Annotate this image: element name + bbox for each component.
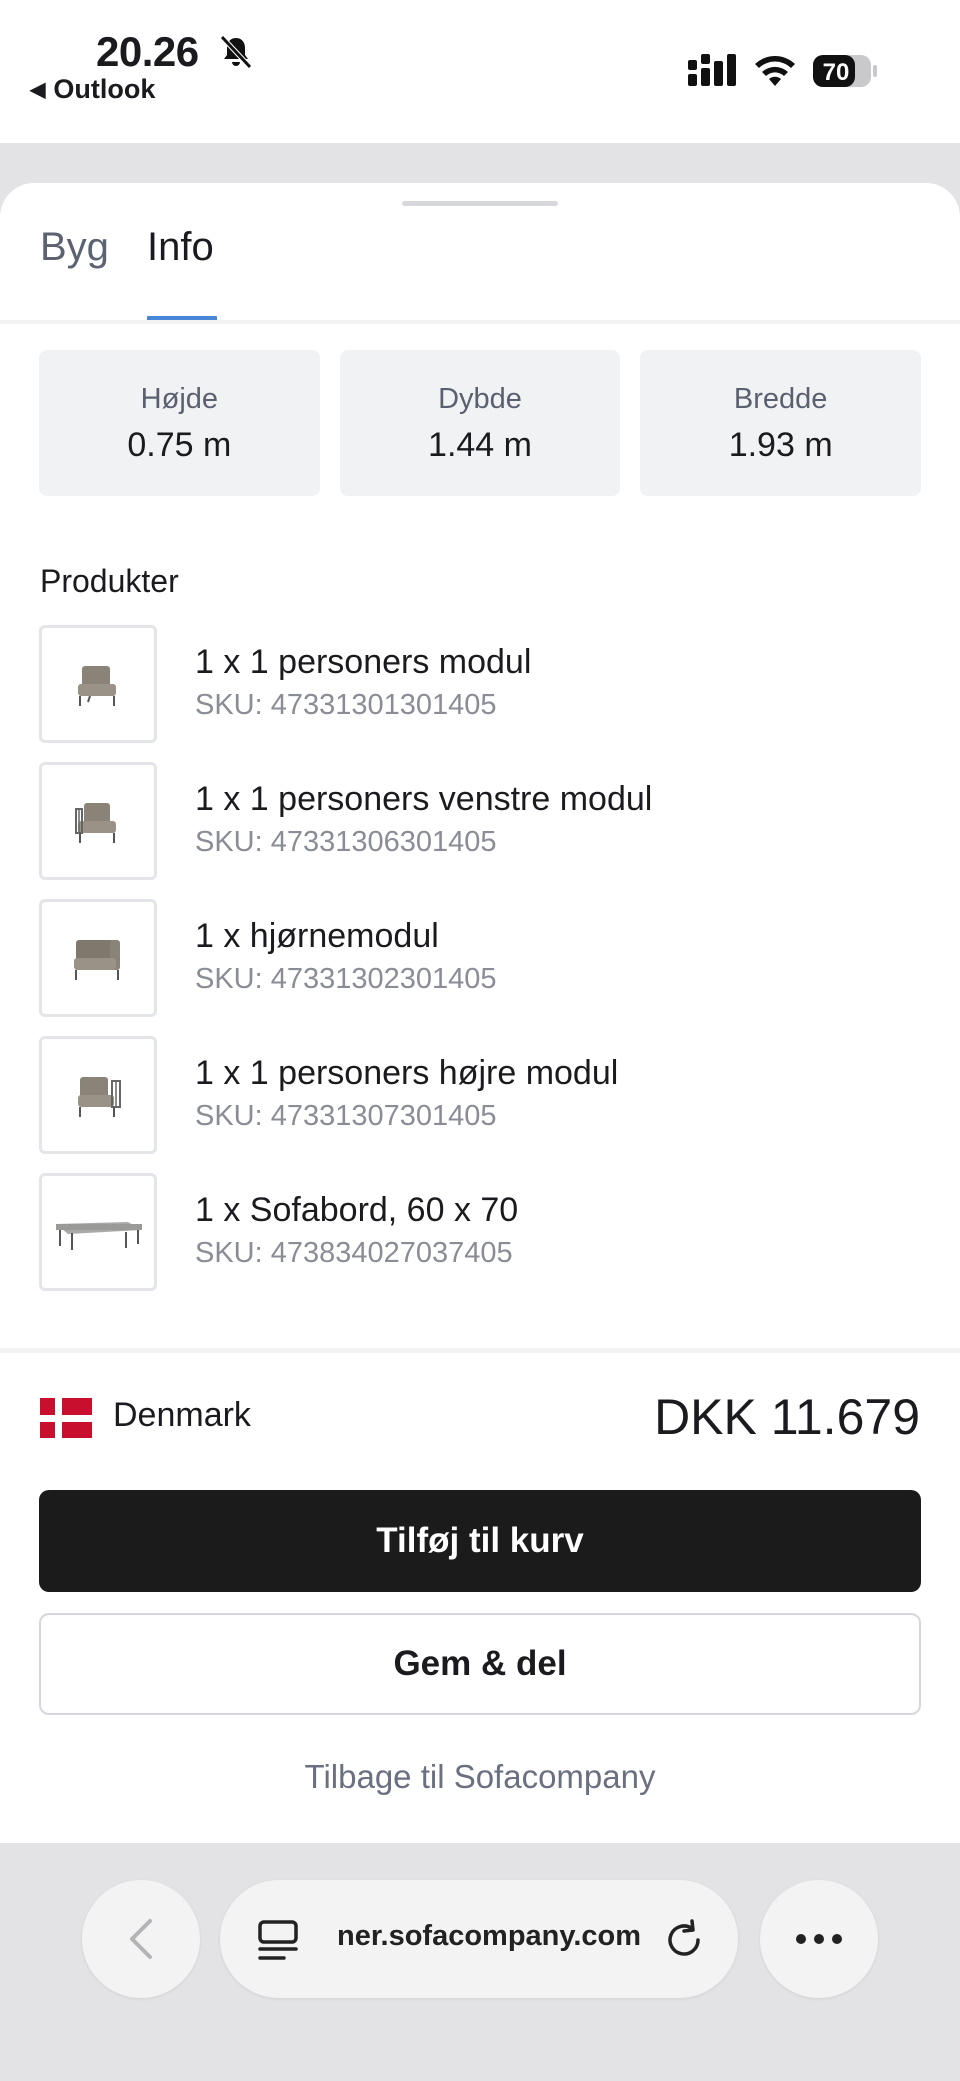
product-sku: SKU: 47331307301405 (195, 1100, 497, 1132)
dimension-value: 1.44 m (428, 426, 532, 464)
product-item: 1 x Sofabord, 60 x 70 SKU: 4738340270374… (39, 1173, 919, 1291)
wifi-icon (755, 56, 795, 86)
dimension-label: Højde (140, 383, 219, 415)
left-module-icon (75, 803, 116, 843)
product-name: 1 x 1 personers venstre modul (195, 780, 653, 818)
total-price: DKK 11.679 (654, 1389, 920, 1445)
dimension-label: Bredde (733, 383, 828, 415)
back-app-label: Outlook (53, 74, 156, 104)
save-share-button[interactable]: Gem & del (39, 1613, 921, 1715)
battery-icon: 70 (812, 54, 878, 88)
add-to-cart-button[interactable]: Tilføj til kurv (39, 1490, 921, 1592)
product-sku: SKU: 47331302301405 (195, 963, 497, 995)
coffee-table-icon (56, 1222, 142, 1250)
product-thumbnail (39, 762, 157, 880)
battery-level: 70 (823, 59, 850, 86)
product-item: 1 x hjørnemodul SKU: 47331302301405 (39, 899, 919, 1017)
tab-byg[interactable]: Byg (40, 225, 109, 270)
address-bar[interactable]: ner.sofacompany.com (220, 1880, 738, 1998)
product-thumbnail (39, 625, 157, 743)
corner-module-icon (74, 940, 120, 980)
product-thumbnail (39, 1173, 157, 1291)
dimension-width: Bredde 1.93 m (640, 350, 922, 496)
product-item: 1 x 1 personers venstre modul SKU: 47331… (39, 762, 919, 880)
url-text: ner.sofacompany.com (337, 1920, 642, 1952)
tab-bar: Byg Info (0, 223, 960, 305)
bell-muted-icon (220, 35, 252, 69)
cellular-signal-icon (688, 54, 736, 86)
dimension-value: 0.75 m (127, 426, 232, 464)
product-item: 1 x 1 personers modul SKU: 4733130130140… (39, 625, 919, 743)
ellipsis-icon (796, 1934, 842, 1944)
dimension-depth: Dybde 1.44 m (339, 350, 621, 496)
status-bar: 20.26 ◀ Outlook 70 (0, 0, 960, 143)
product-name: 1 x 1 personers højre modul (195, 1054, 619, 1092)
dimension-height: Højde 0.75 m (39, 350, 320, 496)
dimensions-row: Højde 0.75 m Dybde 1.44 m Bredde 1.93 m (39, 350, 922, 496)
back-triangle-icon: ◀ (30, 79, 46, 101)
status-time: 20.26 (96, 28, 199, 75)
chair-module-icon (78, 666, 116, 706)
product-item: 1 x 1 personers højre modul SKU: 4733130… (39, 1036, 919, 1154)
product-name: 1 x Sofabord, 60 x 70 (195, 1191, 519, 1229)
chevron-left-icon (130, 1919, 152, 1959)
tab-info[interactable]: Info (147, 225, 214, 270)
footer-divider (0, 1348, 960, 1353)
products-heading: Produkter (40, 563, 179, 599)
configurator-sheet: Byg Info Højde 0.75 m Dybde 1.44 m Bredd… (0, 183, 960, 1843)
page-menu-icon (258, 1920, 298, 1960)
right-module-icon (78, 1077, 121, 1117)
dimension-label: Dybde (438, 383, 522, 415)
country-selector[interactable]: Denmark (113, 1396, 251, 1435)
denmark-flag-icon (40, 1398, 92, 1438)
product-name: 1 x 1 personers modul (195, 643, 532, 681)
browser-back-button[interactable] (82, 1880, 200, 1998)
product-name: 1 x hjørnemodul (195, 917, 439, 955)
more-options-button[interactable] (760, 1880, 878, 1998)
product-thumbnail (39, 899, 157, 1017)
back-to-sofacompany-link[interactable]: Tilbage til Sofacompany (0, 1758, 960, 1796)
product-sku: SKU: 47331301301405 (195, 689, 497, 721)
tabs-divider (0, 320, 960, 324)
dimension-value: 1.93 m (728, 426, 833, 464)
product-thumbnail (39, 1036, 157, 1154)
reload-icon[interactable] (662, 1918, 706, 1962)
product-sku: SKU: 47331306301405 (195, 826, 497, 858)
product-sku: SKU: 473834027037405 (195, 1237, 513, 1269)
sheet-grabber[interactable] (402, 201, 558, 206)
back-to-app-link[interactable]: ◀ Outlook (30, 74, 155, 105)
